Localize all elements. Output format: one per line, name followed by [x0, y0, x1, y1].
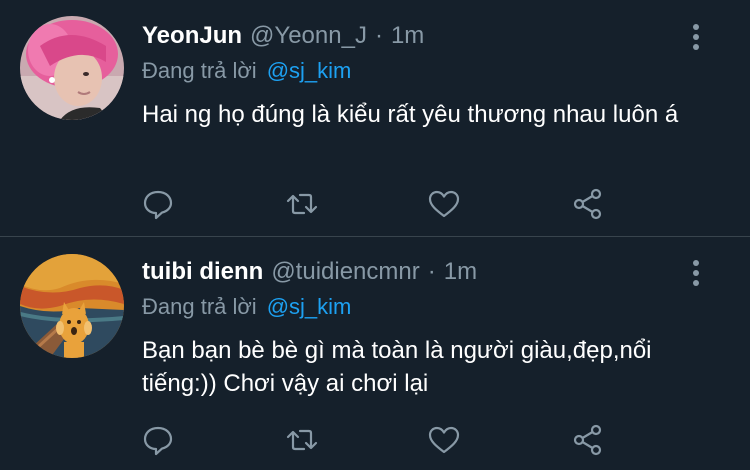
user-handle[interactable]: @Yeonn_J	[250, 22, 367, 50]
share-icon[interactable]	[568, 184, 608, 224]
display-name[interactable]: tuibi dienn	[142, 258, 263, 286]
replying-to-label: Đang trả lời	[142, 294, 257, 319]
replying-to-handle[interactable]: @sj_kim	[267, 294, 352, 320]
retweet-icon[interactable]	[282, 420, 322, 460]
more-options-icon[interactable]	[688, 22, 704, 52]
like-icon[interactable]	[424, 420, 464, 460]
replying-to-handle[interactable]: @sj_kim	[267, 58, 352, 84]
like-icon[interactable]	[424, 184, 464, 224]
retweet-icon[interactable]	[282, 184, 322, 224]
reply-icon[interactable]	[138, 420, 178, 460]
tweet-actions	[0, 420, 750, 460]
more-options-icon[interactable]	[688, 258, 704, 288]
replying-to: Đang trả lời @sj_kim	[142, 292, 351, 322]
timestamp[interactable]: 1m	[444, 258, 477, 286]
timestamp[interactable]: 1m	[391, 22, 424, 50]
user-handle[interactable]: @tuidiencmnr	[271, 258, 419, 286]
tweet-text: Bạn bạn bè bè gì mà toàn là người giàu,đ…	[142, 337, 652, 397]
replying-to: Đang trả lời @sj_kim	[142, 56, 351, 86]
separator-dot: ·	[374, 22, 383, 49]
avatar-scream-cat-image	[20, 254, 124, 358]
tweet-reply[interactable]: tuibi dienn @tuidiencmnr · 1m Đang trả l…	[0, 237, 750, 470]
tweet-reply[interactable]: YeonJun @Yeonn_J · 1m Đang trả lời @sj_k…	[0, 0, 750, 236]
tweet-actions	[0, 184, 750, 224]
avatar[interactable]	[20, 16, 124, 120]
avatar[interactable]	[20, 254, 124, 358]
reply-icon[interactable]	[138, 184, 178, 224]
share-icon[interactable]	[568, 420, 608, 460]
separator-dot: ·	[427, 258, 436, 285]
tweet-header: tuibi dienn @tuidiencmnr · 1m	[142, 257, 477, 287]
avatar-pink-hair-image	[20, 16, 124, 120]
tweet-text: Hai ng họ đúng là kiểu rất yêu thương nh…	[142, 101, 679, 128]
tweet-header: YeonJun @Yeonn_J · 1m	[142, 21, 424, 51]
replying-to-label: Đang trả lời	[142, 58, 257, 83]
tweet-feed: YeonJun @Yeonn_J · 1m Đang trả lời @sj_k…	[0, 0, 750, 470]
display-name[interactable]: YeonJun	[142, 22, 242, 50]
